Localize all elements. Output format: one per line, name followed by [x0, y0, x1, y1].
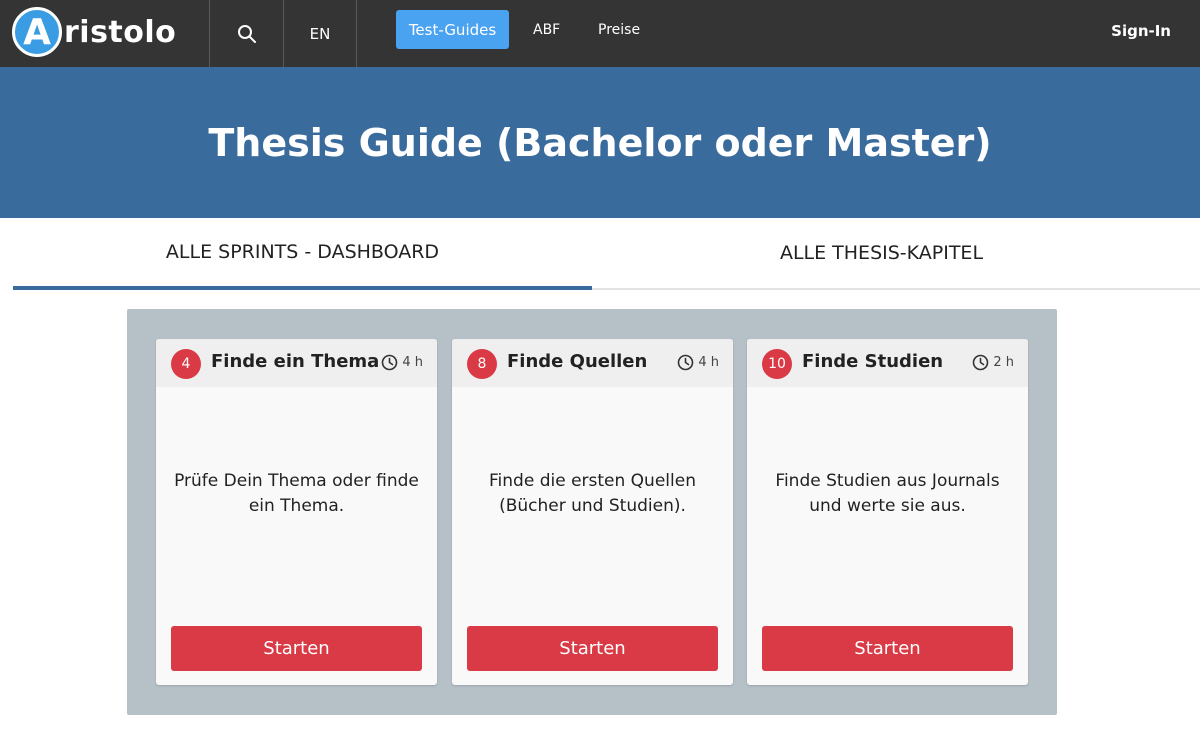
card-header: 10 Finde Studien 2 h — [747, 339, 1028, 387]
sprint-number-badge: 10 — [762, 349, 792, 379]
duration-text: 4 h — [698, 355, 719, 370]
sprint-description: Finde Studien aus Journals und werte sie… — [775, 471, 1000, 516]
sprints-panel: 4 Finde ein Thema 4 h Prüfe Dein Thema o… — [127, 309, 1057, 715]
start-button[interactable]: Starten — [762, 626, 1013, 671]
logo[interactable]: A ristolo — [12, 6, 176, 58]
page-title: Thesis Guide (Bachelor oder Master) — [208, 120, 992, 165]
sprint-number-badge: 8 — [467, 349, 497, 379]
sprint-title: Finde ein Thema — [211, 351, 380, 372]
search-icon — [237, 24, 256, 43]
hero-banner: Thesis Guide (Bachelor oder Master) — [0, 67, 1200, 218]
card-header: 8 Finde Quellen 4 h — [452, 339, 733, 387]
start-button[interactable]: Starten — [171, 626, 422, 671]
sprint-description: Finde die ersten Quellen (Bücher und Stu… — [489, 471, 696, 516]
sign-in-button[interactable]: Sign-In — [1111, 10, 1171, 52]
sprint-duration: 2 h — [972, 354, 1014, 371]
sprint-card: 8 Finde Quellen 4 h Finde die ersten Que… — [452, 339, 733, 685]
clock-icon — [382, 354, 398, 371]
sprint-description: Prüfe Dein Thema oder finde ein Thema. — [174, 471, 419, 516]
search-button[interactable] — [210, 0, 283, 67]
top-navbar: A ristolo EN Test-Guides ABF Preise Sign… — [0, 0, 1200, 67]
nav-link-abf[interactable]: ABF — [533, 10, 560, 49]
logo-text: ristolo — [64, 14, 177, 50]
sprint-duration: 4 h — [381, 354, 423, 371]
tab-bar: ALLE SPRINTS - DASHBOARD ALLE THESIS-KAP… — [13, 218, 1200, 290]
duration-text: 4 h — [402, 355, 423, 370]
tab-thesis-chapters[interactable]: ALLE THESIS-KAPITEL — [592, 218, 1171, 288]
clock-icon — [678, 354, 694, 371]
logo-icon: A — [12, 7, 62, 57]
sprint-number-badge: 4 — [171, 349, 201, 379]
sprint-title: Finde Studien — [802, 351, 944, 372]
duration-text: 2 h — [993, 355, 1014, 370]
nav-divider — [356, 0, 357, 67]
sprint-duration: 4 h — [677, 354, 719, 371]
clock-icon — [973, 354, 989, 371]
nav-link-test-guides[interactable]: Test-Guides — [396, 10, 509, 49]
sprint-card: 4 Finde ein Thema 4 h Prüfe Dein Thema o… — [156, 339, 437, 685]
sprint-title: Finde Quellen — [507, 351, 648, 372]
card-header: 4 Finde ein Thema 4 h — [156, 339, 437, 387]
start-button[interactable]: Starten — [467, 626, 718, 671]
nav-link-preise[interactable]: Preise — [598, 10, 640, 49]
sprint-card: 10 Finde Studien 2 h Finde Studien aus J… — [747, 339, 1028, 685]
tab-sprints-dashboard[interactable]: ALLE SPRINTS - DASHBOARD — [13, 218, 592, 290]
language-toggle[interactable]: EN — [284, 0, 356, 67]
